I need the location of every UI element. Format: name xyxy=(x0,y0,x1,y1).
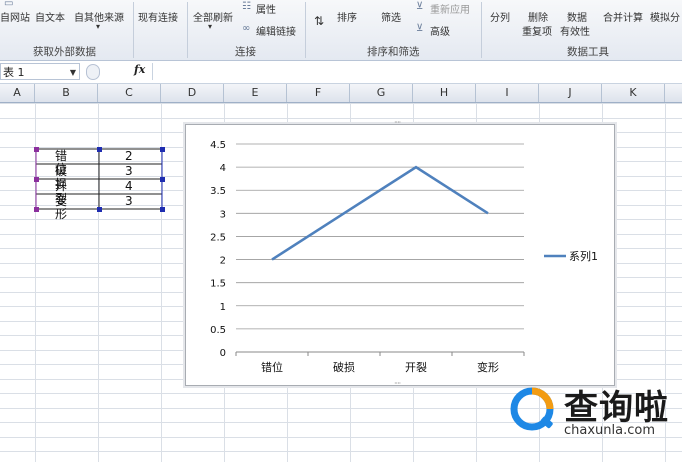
grid-row-line xyxy=(0,118,682,119)
ribbon-separator xyxy=(133,2,134,58)
properties-button[interactable]: 属性 xyxy=(256,1,276,16)
y-tick-label: 1 xyxy=(220,302,226,313)
selection-handle[interactable] xyxy=(34,207,39,212)
chevron-down-icon: ▾ xyxy=(208,22,213,31)
table-cell-label[interactable]: 错位 xyxy=(55,150,67,176)
selection-handle[interactable] xyxy=(97,147,102,152)
what-if-analysis-button[interactable]: 模拟分 xyxy=(650,9,680,24)
y-tick-label: 4.5 xyxy=(210,140,226,151)
chevron-down-icon: ▼ xyxy=(69,68,76,77)
column-header-b[interactable]: B xyxy=(35,84,98,102)
selection-handle[interactable] xyxy=(34,147,39,152)
grid-row-line xyxy=(0,103,682,104)
link-icon: ∞ xyxy=(242,23,251,34)
group-get-external-data: 获取外部数据 xyxy=(33,46,96,58)
table-cell-value[interactable]: 3 xyxy=(125,165,133,178)
reapply-button[interactable]: 重新应用 xyxy=(430,1,470,16)
sort-az-icon: ⇅ xyxy=(314,14,325,28)
existing-connections-button[interactable]: 现有连接 xyxy=(138,9,178,24)
table-cell-value[interactable]: 3 xyxy=(125,195,133,208)
chevron-down-icon: ▾ xyxy=(96,22,101,31)
y-tick-label: 4 xyxy=(220,163,226,174)
sort-button[interactable]: 排序 xyxy=(337,9,357,24)
watermark-url: chaxunla.com xyxy=(564,423,655,438)
properties-icon: ☷ xyxy=(242,1,251,12)
fx-label: fx xyxy=(134,63,146,76)
x-tick-label: 变形 xyxy=(477,360,499,374)
y-tick-label: 0 xyxy=(220,348,226,359)
formula-bar-toggle[interactable] xyxy=(86,64,100,80)
group-sort-filter: 排序和筛选 xyxy=(367,46,420,58)
reapply-icon: ⊻ xyxy=(416,1,424,12)
column-header-h[interactable]: H xyxy=(413,84,476,102)
advanced-filter-button[interactable]: 高级 xyxy=(430,23,450,38)
watermark: 查询啦 chaxunla.com xyxy=(508,378,682,462)
y-tick-label: 3 xyxy=(220,209,226,220)
ribbon: ▭ 自网站 自文本 自其他来源 ▾ 现有连接 全部刷新 ▾ ☷ 属性 ∞ 编辑链… xyxy=(0,0,682,61)
data-validation-label: 有效性 xyxy=(560,27,590,38)
group-connections: 连接 xyxy=(235,46,256,58)
formula-bar: 表 1 ▼ fx xyxy=(0,61,682,84)
column-header-j[interactable]: J xyxy=(539,84,602,102)
y-tick-label: 0.5 xyxy=(210,325,226,336)
y-tick-label: 3.5 xyxy=(210,186,226,197)
selection-handle[interactable] xyxy=(160,147,165,152)
chart-plot: 0 0.5 1 1.5 2 2.5 3 3.5 4 4.5 错位 破损 开裂 变形 系列1 xyxy=(210,140,598,374)
ribbon-separator xyxy=(481,2,482,58)
name-box[interactable]: 表 1 ▼ xyxy=(0,63,80,80)
column-header-f[interactable]: F xyxy=(287,84,350,102)
refresh-all-button[interactable]: 全部刷新 xyxy=(193,9,233,24)
x-tick-label: 破损 xyxy=(333,360,355,374)
group-data-tools: 数据工具 xyxy=(567,46,609,58)
line-chart[interactable]: ···· ···· 0 0.5 1 1.5 2 2.5 3 3.5 4 4.5 错位 破损 开裂 变形 系列… xyxy=(185,118,615,388)
column-header-e[interactable]: E xyxy=(224,84,287,102)
column-header-i[interactable]: I xyxy=(476,84,539,102)
remove-duplicates-label: 重复项 xyxy=(522,27,552,38)
column-header-d[interactable]: D xyxy=(161,84,224,102)
column-header-row: ABCDEFGHIJK xyxy=(0,84,682,103)
x-tick-label: 错位 xyxy=(261,360,283,374)
table-cell-value[interactable]: 4 xyxy=(125,180,133,193)
column-header-g[interactable]: G xyxy=(350,84,413,102)
edit-links-button[interactable]: 编辑链接 xyxy=(256,23,296,38)
table-cell-label[interactable]: 变形 xyxy=(55,195,67,221)
name-box-value: 表 1 xyxy=(3,66,25,79)
legend-label: 系列1 xyxy=(569,249,598,263)
table-cell-label[interactable]: 破损 xyxy=(55,165,67,191)
chart-resize-handle-top[interactable]: ···· xyxy=(394,118,401,127)
data-validation-button[interactable]: 数据 xyxy=(567,9,587,24)
y-tick-label: 1.5 xyxy=(210,279,226,290)
selection-handle[interactable] xyxy=(97,207,102,212)
chart-resize-handle-bottom[interactable]: ···· xyxy=(394,379,401,388)
selection-handle[interactable] xyxy=(160,207,165,212)
y-tick-label: 2.5 xyxy=(210,232,226,243)
chaxunla-logo-icon xyxy=(510,387,554,431)
watermark-name: 查询啦 xyxy=(564,388,669,428)
table-cell-label[interactable]: 开裂 xyxy=(55,180,67,206)
advanced-filter-icon: ⊻ xyxy=(416,23,424,34)
filter-button[interactable]: 筛选 xyxy=(381,9,401,24)
selection-handle[interactable] xyxy=(34,177,39,182)
ribbon-separator xyxy=(305,2,306,58)
from-text-button[interactable]: 自文本 xyxy=(35,9,65,24)
text-to-columns-button[interactable]: 分列 xyxy=(490,9,510,24)
insert-function-icon[interactable]: fx xyxy=(134,63,145,76)
remove-duplicates-button[interactable]: 删除 xyxy=(528,9,548,24)
column-header-k[interactable]: K xyxy=(602,84,665,102)
from-web-button[interactable]: 自网站 xyxy=(0,9,30,24)
column-header-a[interactable]: A xyxy=(0,84,35,102)
x-tick-label: 开裂 xyxy=(405,361,427,374)
web-icon: ▭ xyxy=(4,0,14,9)
consolidate-button[interactable]: 合并计算 xyxy=(603,9,643,24)
ribbon-separator xyxy=(187,2,188,58)
column-header-c[interactable]: C xyxy=(98,84,161,102)
table-cell-value[interactable]: 2 xyxy=(125,150,133,163)
y-tick-label: 2 xyxy=(220,256,226,267)
formula-input[interactable] xyxy=(152,63,682,80)
selection-handle[interactable] xyxy=(160,177,165,182)
